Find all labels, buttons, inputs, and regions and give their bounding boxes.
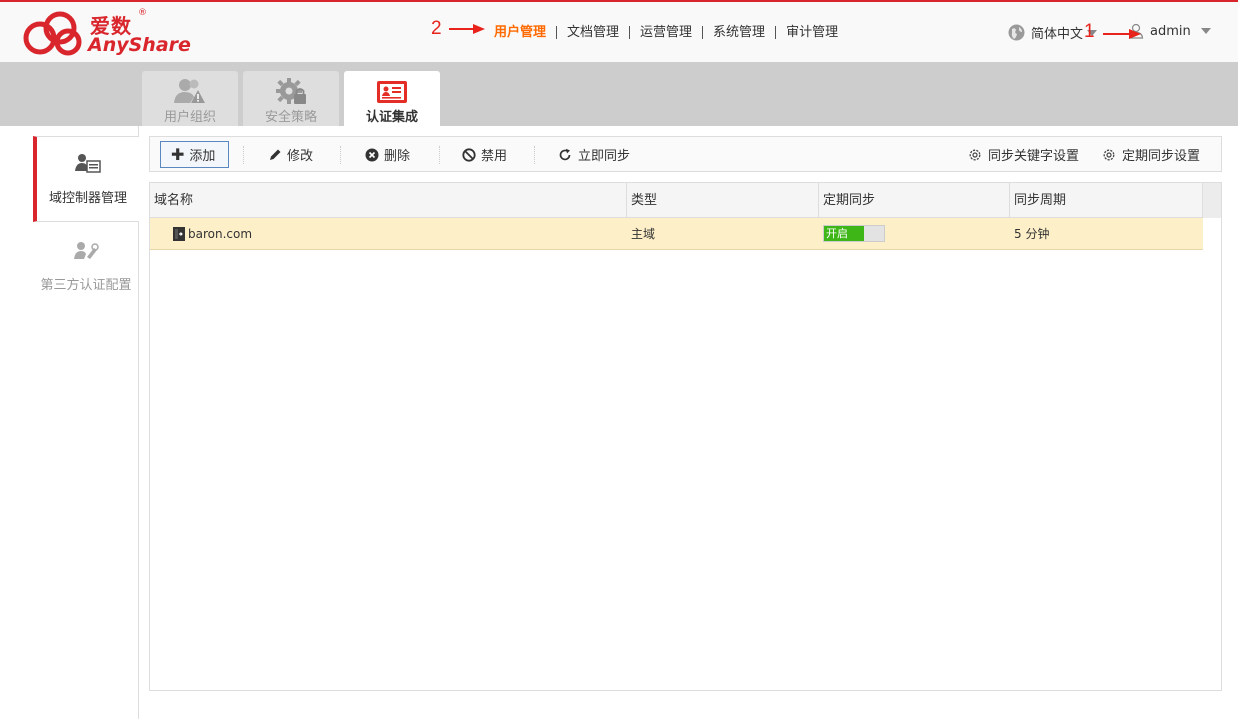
id-card-icon: [377, 81, 407, 103]
add-button-label: 添加: [189, 149, 216, 164]
column-header-type[interactable]: 类型: [627, 183, 819, 218]
username-label: admin: [1150, 23, 1191, 39]
tab-security-policy[interactable]: 安全策略: [243, 71, 339, 126]
domain-table: 域名称 类型 定期同步 同步周期 baron.com 主域 开启 5 分钟: [149, 182, 1222, 691]
toolbar-divider: [439, 146, 440, 164]
delete-button-label: 删除: [384, 149, 411, 164]
table-row[interactable]: baron.com 主域 开启 5 分钟: [150, 218, 1203, 250]
user-warning-icon: [174, 79, 205, 103]
brand-name-en: AnyShare: [88, 34, 191, 56]
annotation-number: 1: [1084, 21, 1095, 42]
plus-icon: ✚: [171, 144, 185, 164]
globe-icon: [1008, 24, 1025, 41]
delete-circle-icon: [365, 148, 379, 161]
tab-label: 用户组织: [163, 110, 216, 125]
edit-button-label: 修改: [287, 149, 314, 164]
gear-icon: [969, 149, 981, 160]
domain-icon: [173, 227, 185, 241]
disable-button[interactable]: 禁用: [452, 141, 517, 168]
tab-auth-integration[interactable]: 认证集成: [344, 71, 440, 126]
sidebar-item-label: 域控制器管理: [48, 191, 127, 206]
module-tab-bar: 用户组织 安全策略 认证集成: [0, 62, 1238, 126]
scrollbar[interactable]: [1202, 183, 1221, 218]
column-header-sync-cycle[interactable]: 同步周期: [1010, 183, 1203, 218]
chevron-down-icon: [1200, 28, 1211, 34]
toggle-on-label: 开启: [824, 226, 864, 241]
top-header: 爱数 ® AnyShare 用户管理 文档管理 运营管理 系统管理 审计管理 简…: [0, 0, 1238, 62]
sync-now-button-label: 立即同步: [578, 149, 631, 164]
nav-audit-management[interactable]: 审计管理: [775, 25, 848, 39]
column-header-scheduled-sync[interactable]: 定期同步: [819, 183, 1010, 218]
sidebar-item-domain-controller[interactable]: 域控制器管理: [33, 136, 139, 222]
cell-type: 主域: [631, 227, 656, 241]
refresh-icon: [559, 148, 571, 160]
tab-label: 认证集成: [365, 110, 418, 125]
gear-lock-icon: [276, 78, 306, 104]
table-header: 域名称 类型 定期同步 同步周期: [150, 183, 1203, 218]
cell-domain: baron.com: [150, 218, 627, 250]
language-label: 简体中文: [1031, 27, 1084, 42]
tab-user-organization[interactable]: 用户组织: [142, 71, 238, 126]
toolbar-divider: [534, 146, 535, 164]
domain-controller-icon: [75, 154, 101, 173]
anyshare-logo[interactable]: 爱数 ® AnyShare: [20, 8, 191, 58]
third-party-auth-icon: [74, 242, 99, 259]
nav-document-management[interactable]: 文档管理: [556, 25, 629, 39]
sync-keyword-settings-label: 同步关键字设置: [988, 149, 1080, 164]
nav-user-management[interactable]: 用户管理: [484, 26, 556, 39]
left-sidebar: 域控制器管理 第三方认证配置: [0, 126, 139, 719]
sidebar-item-third-party-auth[interactable]: 第三方认证配置: [33, 224, 139, 310]
registered-mark: ®: [138, 8, 147, 18]
column-header-domain[interactable]: 域名称: [150, 183, 627, 218]
nav-operation-management[interactable]: 运营管理: [629, 25, 702, 39]
domain-name: baron.com: [188, 227, 253, 241]
cell-scheduled-sync: 开启: [819, 218, 1010, 250]
gear-icon: [1103, 149, 1115, 160]
ban-icon: [462, 147, 476, 162]
annotation-arrow-icon: [449, 24, 485, 34]
sync-keyword-settings-button[interactable]: 同步关键字设置: [958, 141, 1089, 168]
disable-button-label: 禁用: [481, 149, 508, 164]
cell-sync-cycle: 5 分钟: [1014, 227, 1050, 241]
sidebar-item-label: 第三方认证配置: [40, 278, 132, 293]
tab-label: 安全策略: [264, 110, 317, 125]
add-button[interactable]: ✚ 添加: [160, 141, 229, 168]
main-nav: 用户管理 文档管理 运营管理 系统管理 审计管理: [484, 22, 848, 42]
sync-now-button[interactable]: 立即同步: [548, 141, 640, 168]
toolbar-divider: [243, 146, 244, 164]
annotation-arrow-icon: [1103, 29, 1141, 39]
scheduled-sync-toggle[interactable]: 开启: [823, 225, 885, 242]
edit-button[interactable]: 修改: [258, 141, 323, 168]
nav-system-management[interactable]: 系统管理: [702, 25, 775, 39]
action-toolbar: ✚ 添加 修改 删除 禁用 立即同步 同步关键字设置 定期同步设置: [149, 136, 1222, 172]
pencil-icon: [270, 149, 281, 160]
cloud-logo-icon: [23, 11, 82, 56]
scheduled-sync-settings-button[interactable]: 定期同步设置: [1092, 141, 1210, 168]
toolbar-divider: [340, 146, 341, 164]
delete-button[interactable]: 删除: [355, 141, 420, 168]
annotation-number: 2: [431, 18, 442, 39]
scheduled-sync-settings-label: 定期同步设置: [1122, 149, 1201, 164]
